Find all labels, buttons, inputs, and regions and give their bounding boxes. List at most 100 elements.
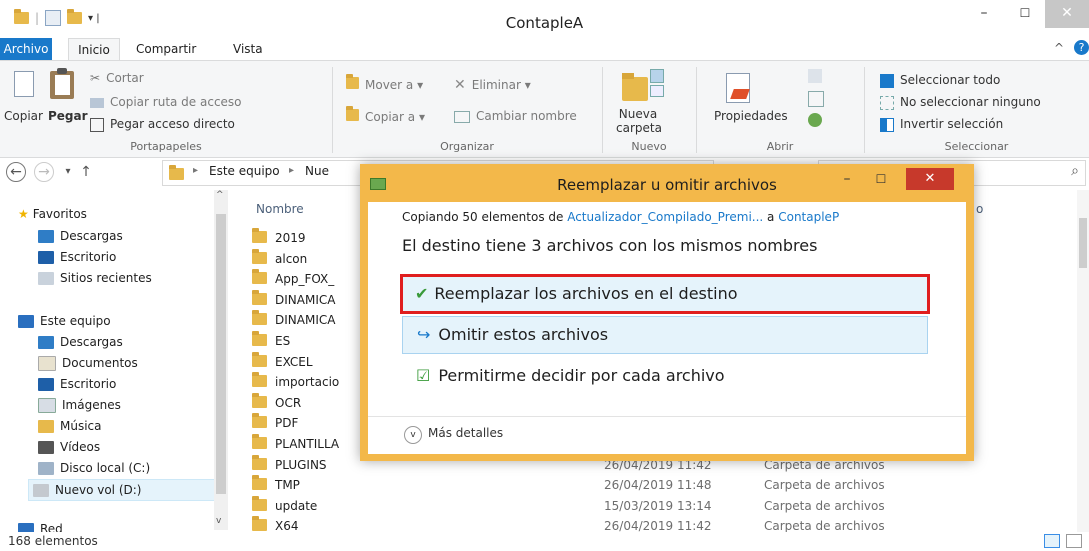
open-icon[interactable]: [808, 69, 822, 83]
window-title: ContapleA: [505, 14, 584, 32]
new-folder-button[interactable]: Nueva carpeta: [616, 107, 662, 135]
move-to-button[interactable]: Mover a ▾: [346, 74, 423, 92]
skip-files-option[interactable]: ↪ Omitir estos archivos: [402, 316, 928, 354]
nav-item-music[interactable]: Música: [38, 416, 102, 436]
file-row[interactable]: importacio: [252, 372, 339, 392]
tab-share[interactable]: Compartir: [136, 38, 196, 60]
file-list-scrollbar[interactable]: [1077, 190, 1089, 532]
more-details-button[interactable]: v Más detalles: [404, 426, 503, 444]
desktop-icon: [38, 251, 54, 264]
dialog-body: Copiando 50 elementos de Actualizador_Co…: [368, 202, 966, 454]
history-icon[interactable]: [808, 113, 822, 127]
select-none-button[interactable]: No seleccionar ninguno: [880, 95, 1041, 110]
nav-item-downloads[interactable]: Descargas: [38, 226, 123, 246]
tab-file[interactable]: Archivo: [0, 38, 52, 60]
select-all-button[interactable]: Seleccionar todo: [880, 73, 1000, 88]
details-view-icon[interactable]: [1044, 534, 1060, 548]
file-row[interactable]: ES: [252, 331, 290, 351]
nav-item-local-disk[interactable]: Disco local (C:): [38, 458, 150, 478]
file-row[interactable]: DINAMICA: [252, 289, 335, 310]
copy-path-button[interactable]: Copiar ruta de acceso: [90, 95, 242, 109]
file-row[interactable]: PDF: [252, 413, 298, 433]
drive-icon: [33, 484, 49, 497]
file-name: PLUGINS: [275, 457, 327, 472]
column-header-name[interactable]: Nombre: [256, 202, 304, 216]
nav-scrollbar[interactable]: ^ v: [214, 190, 228, 530]
decide-each-file-option[interactable]: ☑ Permitirme decidir por cada archivo: [402, 358, 926, 394]
file-name: alcon: [275, 251, 308, 266]
file-row[interactable]: DINAMICA: [252, 310, 335, 330]
dialog-minimize-button[interactable]: –: [832, 168, 862, 190]
nav-item-recent[interactable]: Sitios recientes: [38, 268, 152, 288]
nav-item-documents[interactable]: Documentos: [38, 353, 138, 373]
tab-home[interactable]: Inicio: [68, 38, 120, 60]
paste-shortcut-button[interactable]: Pegar acceso directo: [90, 117, 235, 132]
breadcrumb-drive[interactable]: Nue: [305, 164, 329, 178]
file-row[interactable]: update: [252, 495, 317, 516]
dialog-heading: El destino tiene 3 archivos con los mism…: [402, 236, 818, 255]
file-row[interactable]: App_FOX_: [252, 269, 334, 289]
copy-button[interactable]: Copiar: [4, 109, 43, 123]
shortcut-icon: [90, 117, 104, 132]
nav-item-desktop[interactable]: Escritorio: [38, 374, 116, 394]
scroll-up-icon[interactable]: ^: [216, 190, 224, 200]
breadcrumb-this-pc[interactable]: Este equipo: [209, 164, 280, 178]
back-button[interactable]: ←: [6, 162, 26, 182]
paste-button[interactable]: Pegar: [48, 109, 88, 123]
file-row[interactable]: PLUGINS: [252, 454, 327, 475]
folder-icon: [252, 413, 267, 429]
breadcrumb-separator: ▸: [289, 165, 295, 176]
file-row[interactable]: 2019: [252, 228, 306, 248]
file-row[interactable]: PLANTILLA: [252, 434, 339, 454]
folder-icon: [252, 228, 267, 243]
file-row[interactable]: EXCEL: [252, 351, 313, 372]
nav-item-new-volume[interactable]: Nuevo vol (D:): [28, 479, 216, 501]
scroll-down-icon[interactable]: v: [216, 516, 221, 526]
recent-locations-button[interactable]: ▾: [58, 162, 78, 182]
file-name: PLANTILLA: [275, 437, 340, 451]
rename-button[interactable]: Cambiar nombre: [454, 109, 577, 123]
minimize-button[interactable]: –: [962, 0, 1006, 28]
select-none-icon: [880, 95, 894, 110]
downloads-icon: [38, 230, 54, 243]
source-link[interactable]: Actualizador_Compilado_Premi...: [567, 210, 763, 224]
invert-selection-button[interactable]: Invertir selección: [880, 117, 1003, 132]
destination-link[interactable]: ContapleP: [778, 210, 839, 224]
dialog-maximize-button[interactable]: ☐: [866, 168, 896, 190]
documents-icon: [38, 356, 56, 371]
nav-this-pc[interactable]: Este equipo: [18, 311, 111, 331]
tab-view[interactable]: Vista: [233, 38, 263, 60]
nav-item-downloads[interactable]: Descargas: [38, 332, 123, 352]
file-row[interactable]: OCR: [252, 392, 301, 413]
nav-item-desktop[interactable]: Escritorio: [38, 247, 116, 267]
checkmark-icon: ✔: [415, 284, 429, 303]
folder-icon: [252, 351, 267, 367]
file-row[interactable]: TMP: [252, 475, 300, 495]
edit-icon[interactable]: [808, 91, 824, 107]
replace-or-skip-dialog: Reemplazar u omitir archivos – ☐ ✕ Copia…: [360, 164, 974, 461]
forward-button[interactable]: →: [34, 162, 54, 182]
close-button[interactable]: ✕: [1045, 0, 1089, 28]
scroll-thumb[interactable]: [216, 214, 226, 494]
delete-button[interactable]: ✕ Eliminar ▾: [454, 77, 531, 93]
file-row[interactable]: alcon: [252, 248, 308, 269]
scroll-thumb[interactable]: [1079, 218, 1087, 268]
dialog-divider: [368, 416, 966, 417]
large-icons-view-icon[interactable]: [1066, 534, 1082, 548]
column-header-type[interactable]: o: [976, 202, 983, 216]
replace-files-option[interactable]: ✔ Reemplazar los archivos en el destino: [400, 274, 930, 314]
nav-item-pictures[interactable]: Imágenes: [38, 395, 121, 415]
dialog-close-button[interactable]: ✕: [906, 168, 954, 190]
help-icon[interactable]: ?: [1074, 40, 1089, 55]
up-button[interactable]: ↑: [76, 162, 96, 182]
properties-button[interactable]: Propiedades: [714, 109, 788, 123]
maximize-button[interactable]: ☐: [1003, 0, 1047, 28]
copy-to-button[interactable]: Copiar a ▾: [346, 106, 425, 124]
cut-button[interactable]: ✂ Cortar: [90, 71, 144, 85]
file-type: Carpeta de archivos: [764, 498, 885, 513]
nav-favorites[interactable]: ★ Favoritos: [18, 204, 87, 224]
folder-icon: [252, 289, 267, 305]
nav-item-videos[interactable]: Vídeos: [38, 437, 100, 457]
star-icon: ★: [18, 207, 29, 221]
collapse-ribbon-icon[interactable]: ^: [1054, 41, 1064, 55]
